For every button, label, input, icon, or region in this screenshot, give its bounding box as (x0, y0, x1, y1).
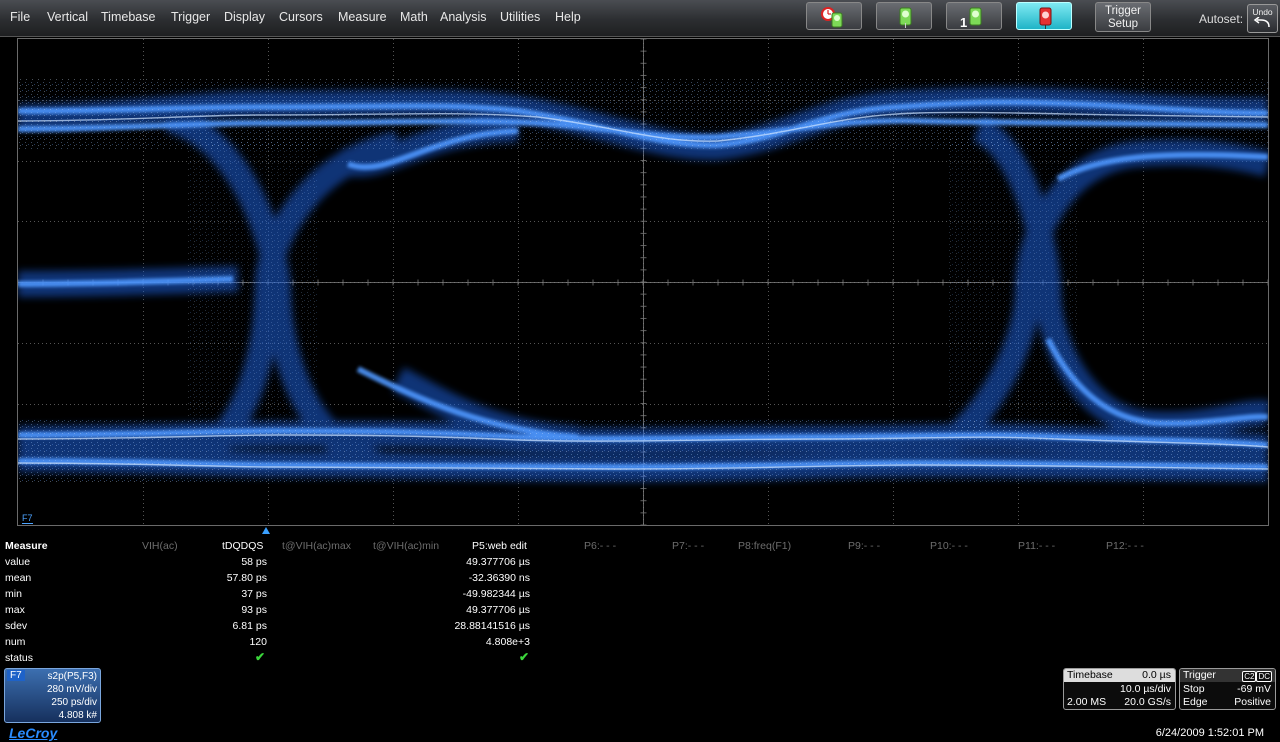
trace-f7-marker[interactable]: F7 (22, 514, 33, 524)
timebase-panel[interactable]: Timebase 0.0 µs 10.0 µs/div 2.00 MS 20.0… (1063, 668, 1176, 710)
param-header-p6[interactable]: P6:- - - (584, 540, 616, 552)
p2-sdev: 6.81 ps (232, 620, 267, 632)
trigger-setup-line1: Trigger (1105, 5, 1141, 17)
p5-value: 49.377706 µs (466, 556, 530, 568)
date-time: 6/24/2009 1:52:01 PM (1155, 727, 1264, 739)
param-header-p7[interactable]: P7:- - - (672, 540, 704, 552)
p2-status-check-icon: ✔ (255, 650, 266, 664)
p5-mean: -32.36390 ns (468, 572, 530, 584)
menu-analysis[interactable]: Analysis (440, 10, 487, 24)
trigger-position-marker[interactable] (262, 527, 270, 534)
param-header-p2[interactable]: tDQDQS (222, 540, 263, 552)
trigger-setup-line2: Setup (1107, 18, 1139, 30)
lecroy-logo: LeCroy (9, 725, 58, 741)
trace-horizontal-scale: 250 ps/div (51, 697, 97, 708)
param-header-p10[interactable]: P10:- - - (930, 540, 968, 552)
red-light-icon (1039, 7, 1052, 29)
p5-status-check-icon: ✔ (519, 650, 530, 664)
p2-value: 58 ps (241, 556, 267, 568)
timebase-delay: 0.0 µs (1142, 669, 1171, 681)
param-header-p4[interactable]: t@VIH(ac)min (373, 540, 439, 552)
trigger-level: -69 mV (1237, 683, 1271, 695)
trigger-channel-badge: C2 (1242, 671, 1257, 682)
trigger-coupling-badge: DC (1256, 671, 1272, 682)
single-trigger-button[interactable]: 1 (946, 2, 1002, 30)
trace-tag: F7 (7, 670, 25, 681)
undo-label: Undo (1252, 7, 1273, 17)
waveform-grid[interactable]: F7 (17, 38, 1269, 526)
row-label-num: num (5, 636, 26, 648)
p5-max: 49.377706 µs (466, 604, 530, 616)
row-label-value: value (5, 556, 31, 568)
menu-timebase[interactable]: Timebase (101, 10, 155, 24)
p2-min: 37 ps (241, 588, 267, 600)
autoset-label[interactable]: Autoset: (1199, 12, 1243, 26)
eye-diagram-display (18, 39, 1268, 525)
trigger-type: Edge (1183, 696, 1208, 708)
normal-trigger-button[interactable] (876, 2, 932, 30)
p2-num: 120 (249, 636, 267, 648)
stop-trigger-button[interactable] (1016, 2, 1072, 30)
auto-trigger-button[interactable] (806, 2, 862, 30)
alarm-clock-icon (821, 7, 843, 28)
timebase-samples: 2.00 MS (1067, 696, 1107, 708)
param-header-p11[interactable]: P11:- - - (1018, 540, 1055, 552)
param-header-p8[interactable]: P8:freq(F1) (738, 540, 791, 552)
p5-num: 4.808e+3 (485, 636, 530, 648)
trace-count: 4.808 k# (58, 710, 97, 721)
trigger-panel[interactable]: Trigger C2 DC Stop -69 mV Edge Positive (1179, 668, 1276, 710)
trigger-source: C2 DC (1242, 670, 1272, 682)
menu-cursors[interactable]: Cursors (279, 10, 323, 24)
trigger-setup-button[interactable]: Trigger Setup (1095, 2, 1151, 32)
menu-bar: File Vertical Timebase Trigger Display C… (0, 0, 1280, 37)
row-label-min: min (5, 588, 22, 600)
param-header-p3[interactable]: t@VIH(ac)max (282, 540, 351, 552)
menu-help[interactable]: Help (555, 10, 581, 24)
trace-vertical-scale: 280 mV/div (46, 684, 97, 695)
row-label-max: max (5, 604, 25, 616)
param-header-p5[interactable]: P5:web edit (472, 540, 527, 552)
green-light-icon (899, 7, 912, 28)
trigger-slope: Positive (1234, 696, 1271, 708)
p2-mean: 57.80 ps (226, 572, 267, 584)
single-trigger-badge: 1 (960, 15, 968, 30)
menu-measure[interactable]: Measure (338, 10, 387, 24)
row-label-mean: mean (5, 572, 32, 584)
trigger-mode: Stop (1183, 683, 1205, 695)
timebase-label: Timebase (1067, 669, 1113, 681)
menu-file[interactable]: File (10, 10, 30, 24)
menu-math[interactable]: Math (400, 10, 428, 24)
trace-function: s2p(P5,F3) (47, 671, 97, 682)
menu-utilities[interactable]: Utilities (500, 10, 540, 24)
undo-arrow-icon (1253, 16, 1270, 28)
trace-descriptor-f7[interactable]: F7 s2p(P5,F3) 280 mV/div 250 ps/div 4.80… (4, 668, 101, 723)
undo-button[interactable]: Undo (1247, 4, 1278, 33)
measure-title[interactable]: Measure (5, 540, 48, 552)
p2-max: 93 ps (241, 604, 267, 616)
row-label-status: status (5, 652, 34, 664)
single-green-light-icon (969, 7, 982, 26)
timebase-time-per-div: 10.0 µs/div (1120, 683, 1171, 695)
p5-sdev: 28.88141516 µs (454, 620, 530, 632)
param-header-p12[interactable]: P12:- - - (1106, 540, 1144, 552)
timebase-sample-rate: 20.0 GS/s (1124, 696, 1171, 708)
param-header-p1[interactable]: VIH(ac) (142, 540, 178, 552)
menu-display[interactable]: Display (224, 10, 265, 24)
param-header-p9[interactable]: P9:- - - (848, 540, 880, 552)
menu-vertical[interactable]: Vertical (47, 10, 88, 24)
row-label-sdev: sdev (5, 620, 28, 632)
menu-trigger[interactable]: Trigger (171, 10, 210, 24)
p5-min: -49.982344 µs (462, 588, 530, 600)
trigger-label: Trigger (1183, 669, 1216, 681)
